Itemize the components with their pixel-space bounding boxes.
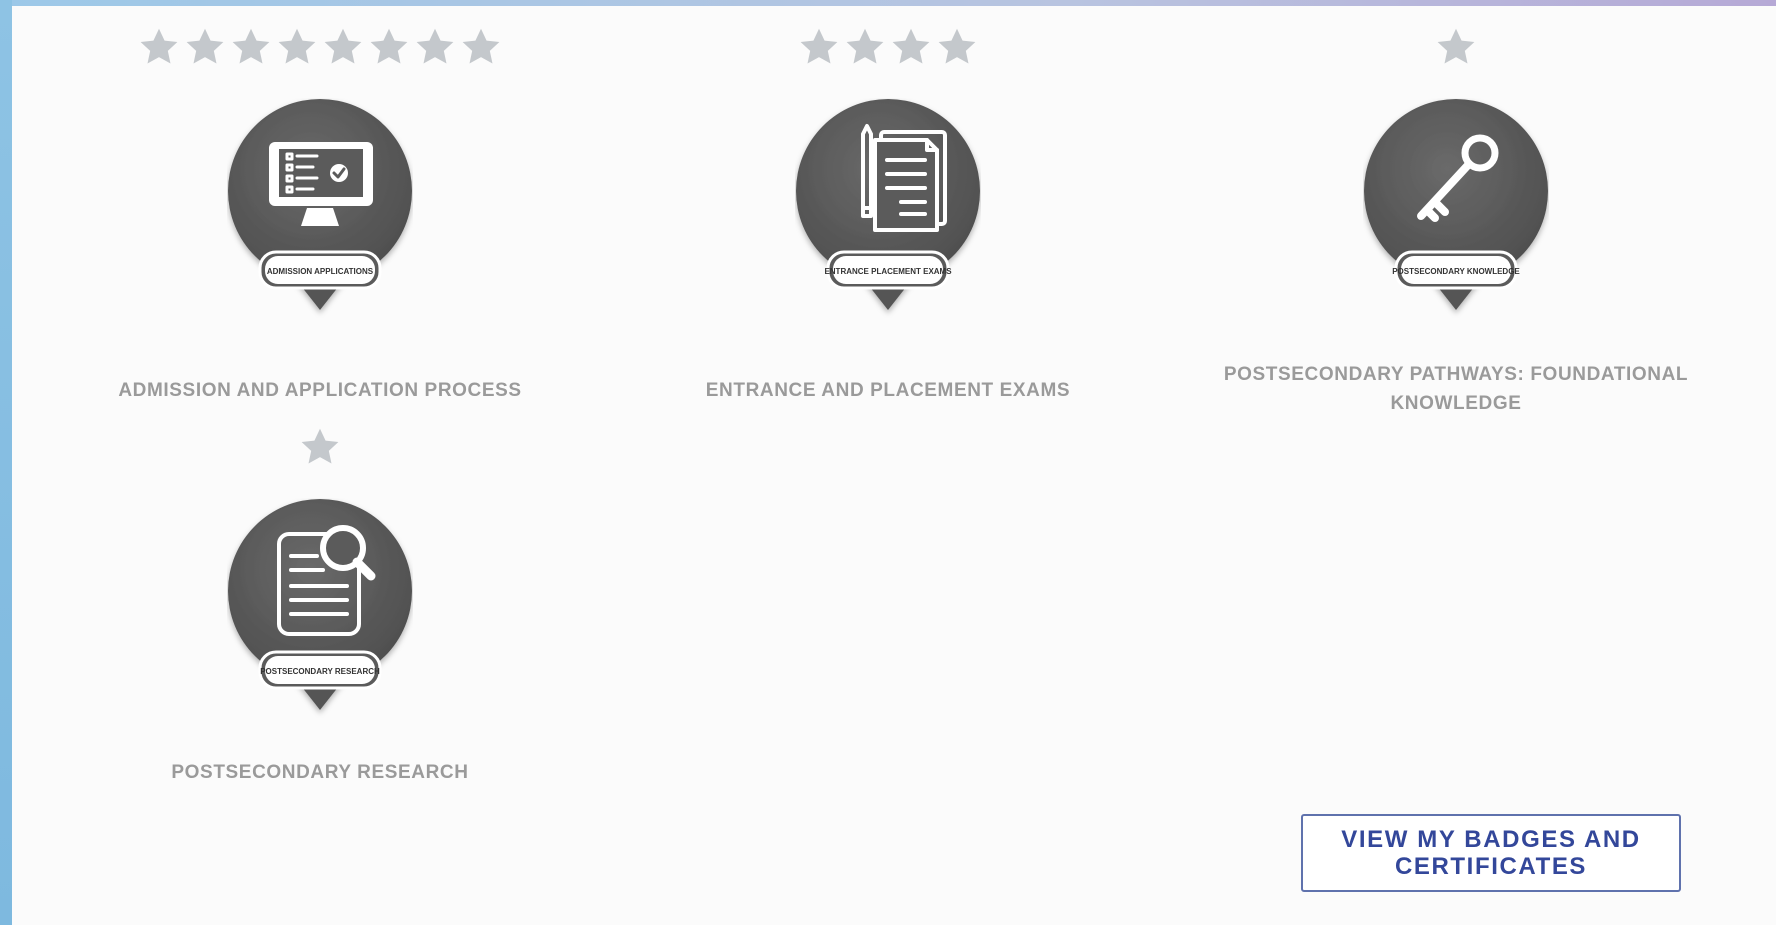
pin-label: ENTRANCE PLACEMENT EXAMS	[824, 267, 952, 276]
star-rating	[90, 24, 550, 70]
pin-label: POSTSECONDARY RESEARCH	[260, 667, 380, 676]
badge-entrance-placement[interactable]: ENTRANCE PLACEMENT EXAMS ENTRANCE AND PL…	[658, 24, 1118, 401]
star-icon	[938, 28, 976, 64]
badge-pin: POSTSECONDARY RESEARCH	[228, 499, 412, 710]
window-left-border	[0, 0, 12, 925]
star-icon	[846, 28, 884, 64]
badge-title: ENTRANCE AND PLACEMENT EXAMS	[705, 380, 1071, 401]
pin-label: POSTSECONDARY KNOWLEDGE	[1392, 267, 1520, 276]
star-icon	[140, 28, 178, 64]
badge-title: POSTSECONDARY RESEARCH	[171, 762, 469, 783]
pin-label-plate: ENTRANCE PLACEMENT EXAMS	[824, 250, 952, 290]
badge-pin: ADMISSION APPLICATIONS	[228, 99, 412, 310]
star-icon	[800, 28, 838, 64]
star-icon	[1437, 28, 1475, 64]
badge-postsecondary-research[interactable]: POSTSECONDARY RESEARCH POSTSECONDARY RES…	[90, 424, 550, 784]
star-rating	[90, 424, 550, 470]
pin-label-plate: ADMISSION APPLICATIONS	[258, 250, 382, 290]
star-icon	[232, 28, 270, 64]
star-icon	[370, 28, 408, 64]
star-icon	[301, 428, 339, 464]
pin-label-plate: POSTSECONDARY KNOWLEDGE	[1392, 250, 1520, 290]
star-icon	[462, 28, 500, 64]
star-icon	[892, 28, 930, 64]
badge-pin: POSTSECONDARY KNOWLEDGE	[1364, 99, 1548, 310]
star-icon	[416, 28, 454, 64]
star-icon	[278, 28, 316, 64]
star-icon	[324, 28, 362, 64]
star-icon	[186, 28, 224, 64]
badge-postsecondary-pathways[interactable]: POSTSECONDARY KNOWLEDGE POSTSECONDARY PA…	[1224, 24, 1688, 414]
badges-panel: ADMISSION APPLICATIONS ADMISSION AND APP…	[12, 6, 1776, 925]
badge-admission-application[interactable]: ADMISSION APPLICATIONS ADMISSION AND APP…	[90, 24, 550, 401]
view-badges-certificates-label: VIEW MY BADGES AND CERTIFICATES	[1341, 826, 1641, 880]
pin-label-plate: POSTSECONDARY RESEARCH	[258, 650, 382, 690]
pin-label: ADMISSION APPLICATIONS	[267, 267, 374, 276]
star-rating	[658, 24, 1118, 70]
badge-title: ADMISSION AND APPLICATION PROCESS	[118, 380, 522, 401]
view-badges-certificates-button[interactable]: VIEW MY BADGES AND CERTIFICATES	[1301, 814, 1681, 892]
badge-pin: ENTRANCE PLACEMENT EXAMS	[796, 99, 980, 310]
badge-title: POSTSECONDARY PATHWAYS: FOUNDATIONAL KNO…	[1223, 364, 1689, 414]
star-rating	[1226, 24, 1686, 70]
